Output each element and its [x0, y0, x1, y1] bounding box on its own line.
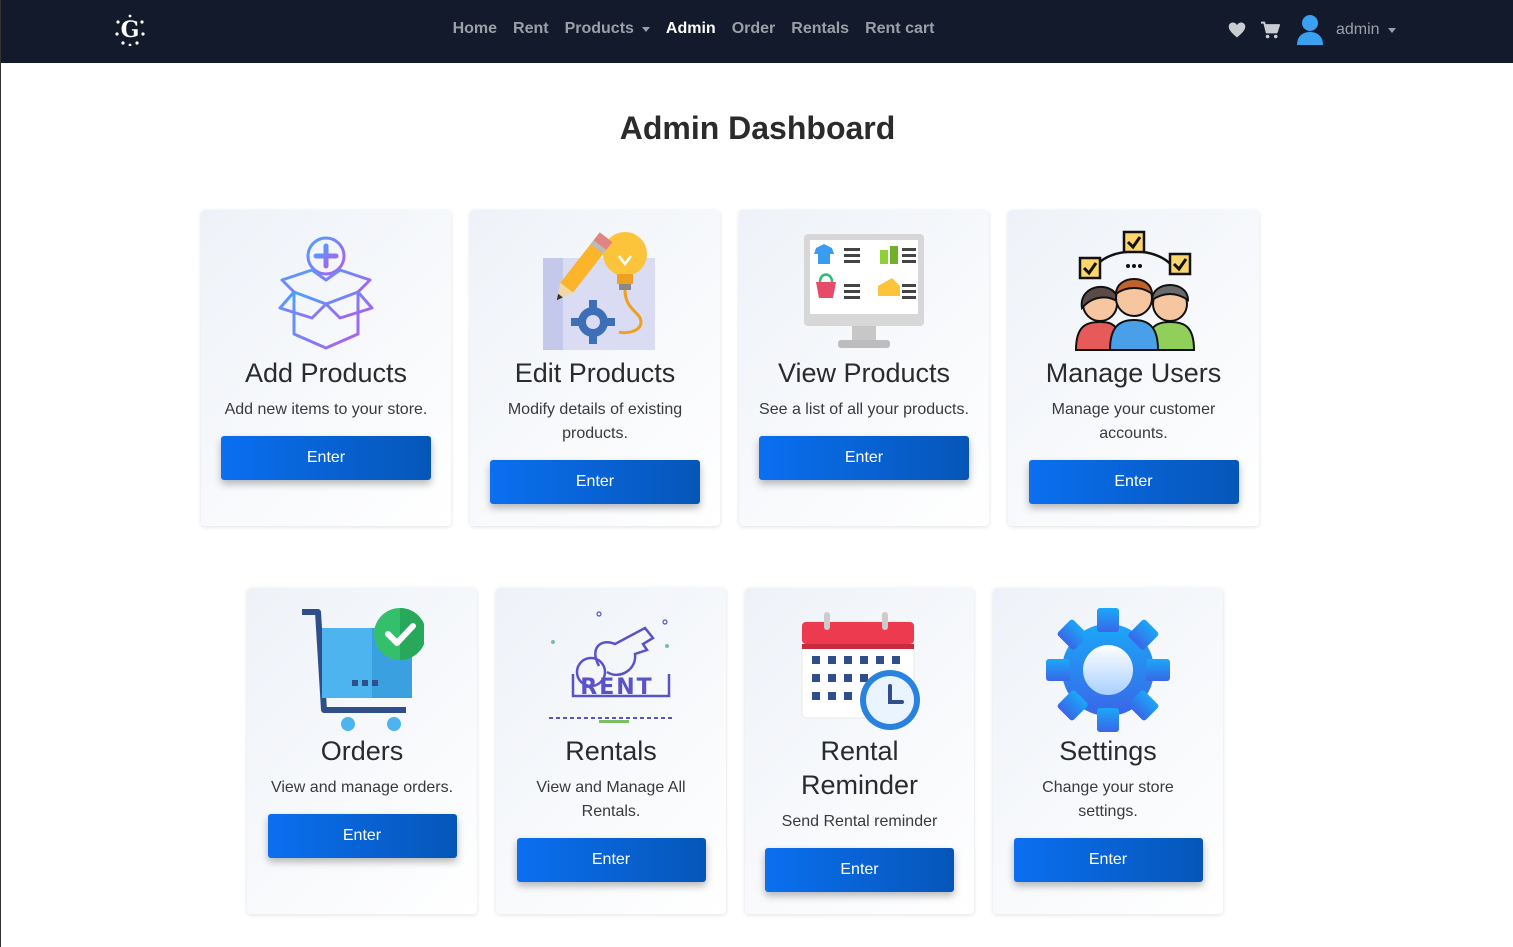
card-rental-reminder: Rental Reminder Send Rental reminder Ent…	[745, 588, 974, 914]
card-description: View and manage orders.	[270, 779, 454, 796]
svg-text:RENT: RENT	[580, 675, 653, 700]
nav-rent[interactable]: Rent	[513, 20, 549, 38]
chevron-down-icon	[641, 26, 650, 32]
card-description: See a list of all your products.	[759, 401, 969, 418]
nav-links: Home Rent Products Admin Order Rentals R…	[1, 0, 1386, 58]
users-group-icon	[1074, 230, 1195, 351]
heart-icon[interactable]	[1228, 21, 1246, 39]
card-title: View Products	[777, 358, 951, 388]
card-rentals: RENT Rentals View and Manage All Rentals…	[496, 588, 726, 914]
card-edit-products: Edit Products Modify details of existing…	[470, 210, 720, 526]
nav-rent-cart-label: Rent cart	[865, 20, 935, 37]
card-view-products: View Products See a list of all your pro…	[739, 210, 989, 526]
card-title: Settings	[1059, 736, 1157, 766]
chevron-down-icon	[1387, 27, 1396, 33]
card-orders: Orders View and manage orders. Enter	[247, 588, 477, 914]
enter-button-manage-users[interactable]: Enter	[1028, 460, 1239, 504]
edit-design-icon	[543, 232, 655, 350]
enter-button-orders[interactable]: Enter	[267, 814, 457, 858]
card-title: Edit Products	[514, 358, 676, 388]
nav-order[interactable]: Order	[732, 20, 776, 38]
add-box-icon	[278, 236, 374, 350]
card-description: Modify details of existing products.	[507, 401, 683, 442]
enter-button-edit-products[interactable]: Enter	[490, 460, 700, 504]
card-title: Orders	[320, 736, 404, 766]
card-title: Add Products	[244, 358, 408, 388]
nav-rentals-label: Rentals	[791, 20, 850, 37]
card-settings: Settings Change your store settings. Ent…	[993, 588, 1223, 914]
calendar-clock-icon	[801, 612, 920, 730]
product-monitor-icon	[804, 234, 924, 348]
card-description: Change your store settings.	[1042, 779, 1174, 820]
nav-right: admin	[1228, 14, 1396, 46]
enter-button-view-products[interactable]: Enter	[759, 436, 969, 480]
card-description: Manage your customer accounts.	[1051, 401, 1216, 442]
card-manage-users: Manage Users Manage your customer accoun…	[1008, 210, 1259, 526]
cart-icon[interactable]	[1260, 21, 1280, 39]
navbar: G Home Rent Products Admin Order Rentals…	[1, 0, 1513, 63]
nav-products[interactable]: Products	[565, 20, 650, 38]
enter-button-settings[interactable]: Enter	[1013, 838, 1203, 882]
nav-rent-label: Rent	[513, 20, 549, 37]
card-description: View and Manage All Rentals.	[536, 779, 686, 820]
card-title: Rental Reminder	[800, 736, 919, 800]
card-title: Manage Users	[1045, 358, 1222, 388]
enter-button-rental-reminder[interactable]: Enter	[765, 848, 954, 892]
gear-icon	[1046, 608, 1170, 732]
nav-home[interactable]: Home	[453, 20, 497, 38]
nav-order-label: Order	[731, 20, 776, 37]
user-name: admin	[1336, 21, 1380, 38]
card-description: Send Rental reminder	[781, 813, 938, 830]
user-menu[interactable]: admin	[1336, 21, 1396, 39]
card-description: Add new items to your store.	[224, 401, 428, 418]
nav-admin[interactable]: Admin	[666, 20, 716, 38]
rent-key-icon: RENT	[549, 611, 673, 723]
nav-rent-cart[interactable]: Rent cart	[865, 20, 934, 38]
card-title: Rentals	[565, 736, 657, 766]
enter-button-rentals[interactable]: Enter	[516, 838, 706, 882]
nav-products-label: Products	[564, 20, 634, 37]
page-title: Admin Dashboard	[619, 110, 896, 146]
cart-check-icon	[302, 608, 424, 731]
user-avatar-icon[interactable]	[1296, 14, 1324, 46]
enter-button-add-products[interactable]: Enter	[221, 436, 431, 480]
nav-admin-label: Admin	[665, 20, 716, 37]
nav-home-label: Home	[452, 20, 498, 37]
nav-rentals[interactable]: Rentals	[791, 20, 849, 38]
card-add-products: Add Products Add new items to your store…	[201, 210, 451, 526]
